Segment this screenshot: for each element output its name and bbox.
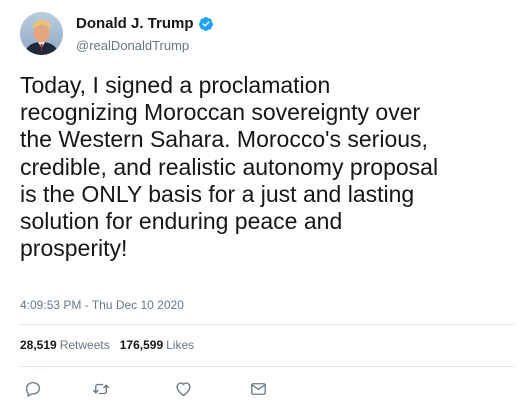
display-name[interactable]: Donald J. Trump xyxy=(76,15,194,32)
user-name-row: Donald J. Trump xyxy=(76,15,214,32)
divider xyxy=(20,324,514,325)
tweet-card: Donald J. Trump @realDonaldTrump Today, … xyxy=(0,0,522,411)
verified-badge-icon xyxy=(198,16,214,32)
direct-message-icon[interactable] xyxy=(249,380,267,398)
avatar[interactable] xyxy=(20,12,63,55)
retweets-count: 28,519 xyxy=(20,338,57,352)
likes-count: 176,599 xyxy=(119,338,164,352)
retweets-label: Retweets xyxy=(59,338,110,352)
retweet-icon[interactable] xyxy=(91,380,110,398)
reply-icon[interactable] xyxy=(24,380,42,398)
like-icon[interactable] xyxy=(174,380,192,398)
user-handle[interactable]: @realDonaldTrump xyxy=(76,38,189,53)
likes-stat[interactable]: 176,599 Likes xyxy=(120,338,194,352)
retweets-stat[interactable]: 28,519 Retweets xyxy=(20,338,110,352)
divider xyxy=(20,366,514,367)
tweet-text: Today, I signed a proclamation recognizi… xyxy=(20,72,439,262)
tweet-timestamp[interactable]: 4:09:53 PM - Thu Dec 10 2020 xyxy=(20,298,184,312)
tweet-actions xyxy=(24,380,284,400)
likes-label: Likes xyxy=(166,338,195,352)
tweet-stats: 28,519 Retweets 176,599 Likes xyxy=(20,338,194,352)
avatar-image xyxy=(20,12,63,55)
